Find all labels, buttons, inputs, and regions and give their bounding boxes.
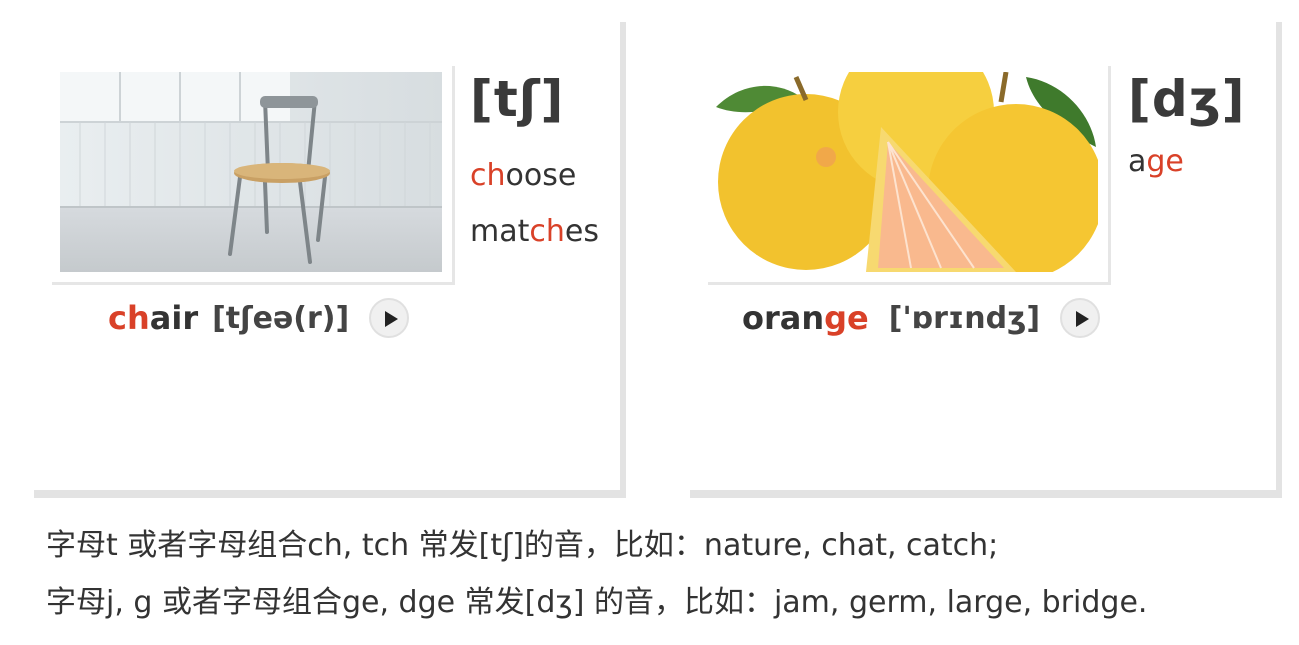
word: chair [108,299,199,337]
play-icon [385,311,399,327]
chair-image [60,72,442,272]
play-button[interactable] [369,298,410,338]
example-word-age: age [1128,144,1184,179]
play-icon [1076,311,1090,327]
play-button[interactable] [1060,298,1101,338]
card-tsh: [tʃ] choose matches chair [tʃeə(r)] [34,22,626,498]
image-frame [708,66,1111,285]
ipa-symbol: [dʒ] [1128,70,1246,128]
word: orange [742,299,869,337]
note-line-2: 字母j, g 或者字母组合ge, dge 常发[dʒ] 的音，比如：jam, g… [46,585,1148,620]
card-dzh: [dʒ] age orange ['ɒrɪndʒ] [690,22,1282,498]
example-word-matches: matches [470,214,599,249]
note-line-1: 字母t 或者字母组合ch, tch 常发[tʃ]的音，比如：nature, ch… [46,528,999,563]
phonetic: ['ɒrɪndʒ] [888,300,1041,336]
grapefruit-image [716,72,1098,272]
word-row: chair [tʃeə(r)] [108,290,410,346]
image-frame [52,66,455,285]
ipa-symbol: [tʃ] [470,70,565,128]
example-word-choose: choose [470,158,577,193]
phonetic: [tʃeə(r)] [212,300,350,336]
word-row: orange ['ɒrɪndʒ] [742,290,1101,346]
